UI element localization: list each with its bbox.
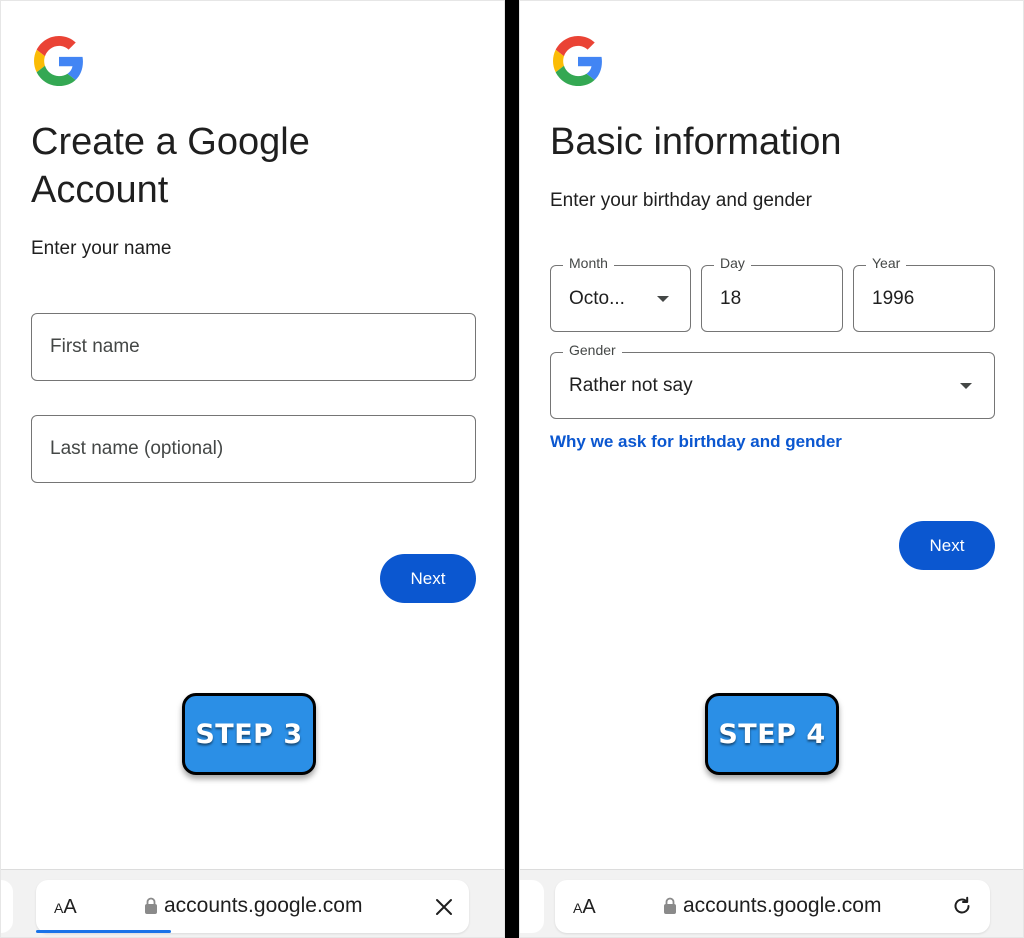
year-value: 1996	[872, 287, 915, 309]
browser-toolbar: AA accounts.google.com	[520, 869, 1023, 937]
year-field[interactable]: Year 1996	[853, 255, 995, 332]
tab-stub[interactable]	[520, 880, 544, 933]
gender-select[interactable]: Gender Rather not say	[550, 342, 995, 419]
chevron-down-icon	[960, 382, 972, 389]
month-value: Octo...	[569, 287, 625, 309]
why-we-ask-link[interactable]: Why we ask for birthday and gender	[550, 432, 842, 452]
address-bar[interactable]: AA accounts.google.com	[36, 880, 469, 933]
url-text: accounts.google.com	[683, 894, 882, 917]
step-badge: STEP 3	[182, 693, 316, 775]
close-icon[interactable]	[435, 898, 453, 916]
create-account-screen: Create a Google Account Enter your name …	[0, 0, 505, 938]
basic-information-screen: Basic information Enter your birthday an…	[519, 0, 1024, 938]
next-button[interactable]: Next	[899, 521, 995, 570]
text-size-button[interactable]: AA	[573, 896, 596, 919]
next-button[interactable]: Next	[380, 554, 476, 603]
address-bar[interactable]: AA accounts.google.com	[555, 880, 990, 933]
last-name-placeholder: Last name (optional)	[50, 438, 224, 459]
page-load-progress	[36, 930, 171, 933]
reload-icon[interactable]	[951, 895, 973, 917]
lock-icon	[145, 897, 157, 914]
google-logo-icon	[553, 36, 602, 86]
first-name-placeholder: First name	[50, 336, 140, 357]
page-subtitle: Enter your birthday and gender	[550, 190, 812, 211]
step-badge: STEP 4	[705, 693, 839, 775]
page-subtitle: Enter your name	[31, 238, 172, 259]
last-name-field[interactable]: Last name (optional)	[31, 415, 476, 483]
month-select[interactable]: Month Octo...	[550, 255, 691, 332]
text-size-button[interactable]: AA	[54, 896, 77, 919]
lock-icon	[664, 897, 676, 914]
page-title: Create a Google Account	[31, 121, 310, 211]
tab-stub[interactable]	[1, 880, 13, 933]
page-title: Basic information	[550, 121, 842, 163]
gender-value: Rather not say	[569, 374, 693, 396]
gender-label: Gender	[563, 342, 622, 358]
day-label: Day	[714, 255, 751, 271]
panel-divider	[505, 0, 519, 938]
chevron-down-icon	[657, 295, 669, 302]
day-field[interactable]: Day 18	[701, 255, 843, 332]
year-label: Year	[866, 255, 907, 271]
first-name-field[interactable]: First name	[31, 313, 476, 381]
google-logo-icon	[34, 36, 83, 86]
month-label: Month	[563, 255, 614, 271]
browser-toolbar: AA accounts.google.com	[1, 869, 504, 937]
url-text: accounts.google.com	[164, 894, 363, 917]
day-value: 18	[720, 287, 742, 309]
